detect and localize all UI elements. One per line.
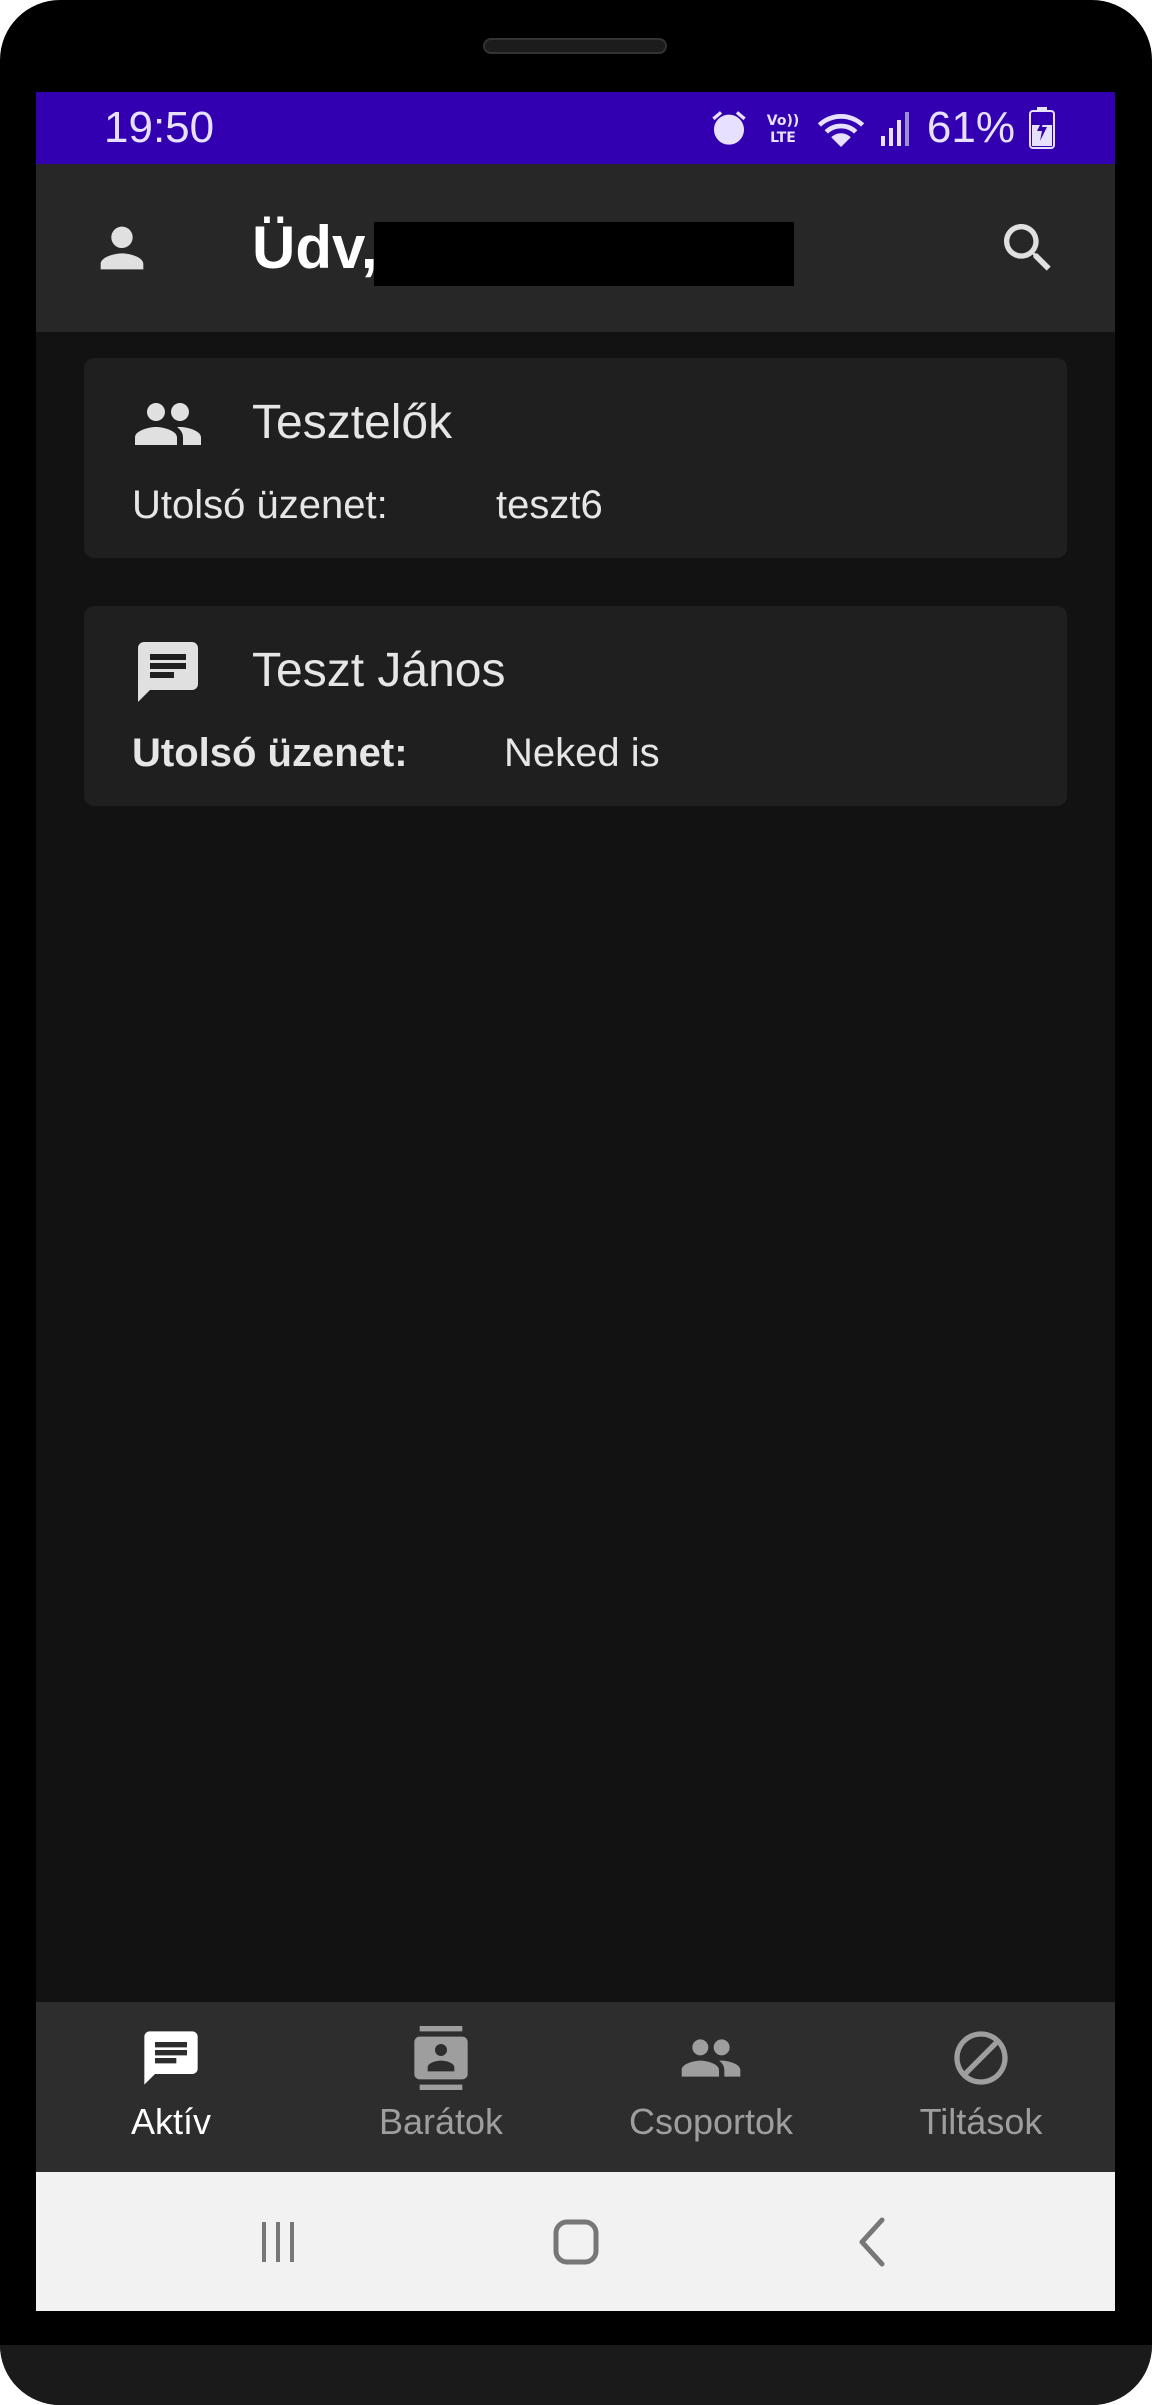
nav-label: Csoportok [628, 2101, 794, 2142]
volte-icon: Vo)) LTE [763, 108, 803, 148]
last-message-text: Neked is [504, 731, 660, 775]
nav-tab-friends[interactable]: Barátok [306, 2002, 576, 2172]
status-bar: 19:50 Vo)) LTE 61% [36, 92, 1115, 164]
group-icon [679, 2026, 743, 2090]
phone-speaker [483, 38, 667, 54]
nav-label: Tiltások [919, 2101, 1043, 2142]
nav-label: Aktív [130, 2101, 211, 2142]
bottom-navigation: Aktív Barátok Csoportok Tiltások [36, 2002, 1115, 2172]
chat-icon [132, 636, 204, 708]
battery-charging-icon [1029, 107, 1055, 149]
home-icon[interactable] [544, 2210, 608, 2274]
conversation-card-teszt-janos[interactable]: Teszt János Utolsó üzenet: Neked is [84, 606, 1067, 806]
last-message-label: Utolsó üzenet: [132, 483, 388, 527]
last-message-label: Utolsó üzenet: [132, 731, 408, 775]
greeting-text: Üdv, [252, 214, 378, 281]
last-message-text: teszt6 [496, 483, 603, 527]
nav-tab-groups[interactable]: Csoportok [576, 2002, 846, 2172]
search-icon[interactable] [996, 216, 1060, 280]
back-icon[interactable] [842, 2210, 906, 2274]
top-app-bar: Üdv, [36, 164, 1115, 332]
conversation-card-testers[interactable]: Tesztelők Utolsó üzenet: teszt6 [84, 358, 1067, 558]
system-navigation-bar [36, 2172, 1115, 2311]
nav-tab-blocks[interactable]: Tiltások [846, 2002, 1115, 2172]
phone-bottom-bezel [0, 2345, 1152, 2405]
block-icon [949, 2026, 1013, 2090]
phone-frame: 19:50 Vo)) LTE 61% Üdv, Tesztelők Utolsó… [0, 0, 1152, 2405]
redacted-user-name [374, 222, 794, 286]
conversation-title: Teszt János [252, 644, 506, 697]
profile-icon[interactable] [90, 216, 154, 280]
signal-icon [879, 108, 913, 148]
status-icons: Vo)) LTE 61% [709, 104, 1055, 152]
svg-text:LTE: LTE [770, 130, 796, 146]
recent-apps-icon[interactable] [246, 2210, 310, 2274]
svg-text:Vo)): Vo)) [767, 113, 799, 129]
nav-tab-active[interactable]: Aktív [36, 2002, 306, 2172]
battery-percent: 61% [926, 103, 1015, 152]
screen: 19:50 Vo)) LTE 61% Üdv, Tesztelők Utolsó… [36, 92, 1115, 2311]
contacts-icon [409, 2026, 473, 2090]
status-time: 19:50 [104, 103, 215, 152]
nav-label: Barátok [378, 2101, 504, 2142]
conversation-title: Tesztelők [252, 396, 453, 449]
group-icon [132, 388, 204, 460]
alarm-icon [709, 108, 749, 148]
wifi-icon [817, 108, 865, 148]
chat-icon [139, 2026, 203, 2090]
